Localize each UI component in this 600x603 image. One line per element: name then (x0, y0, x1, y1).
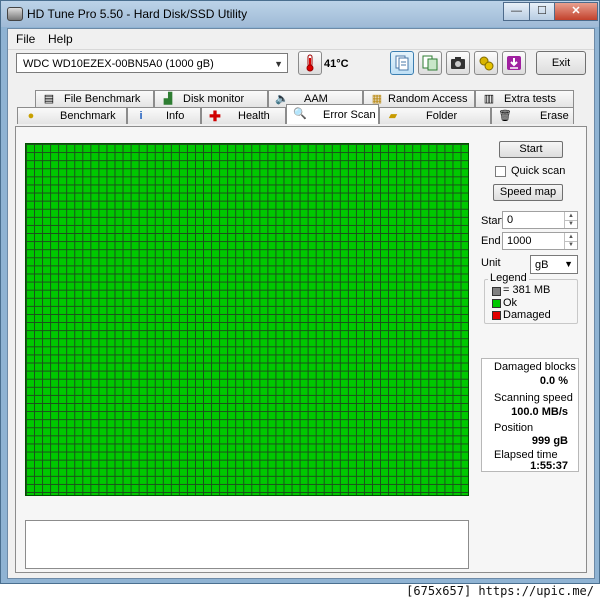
scanning-speed-value: 100.0 MB/s (511, 406, 568, 418)
tab-health[interactable]: ✚ Health (201, 107, 286, 124)
scan-block-map (25, 143, 469, 496)
client-area: File Help WDC WD10EZEX-00BN5A0 (1000 gB)… (7, 28, 595, 579)
tab-benchmark[interactable]: ● Benchmark (17, 107, 127, 124)
end-label: End (481, 235, 501, 247)
error-scan-panel: Start Quick scan Speed map Start 0 ▲ ▼ E… (15, 126, 587, 573)
maximize-button[interactable]: ☐ (529, 2, 555, 21)
scanning-speed-label: Scanning speed (494, 392, 573, 404)
disk-monitor-icon: ▟ (163, 93, 173, 105)
drive-select-value: WDC WD10EZEX-00BN5A0 (1000 gB) (23, 58, 214, 70)
menu-help[interactable]: Help (48, 32, 73, 46)
info-icon: i (139, 110, 143, 122)
tab-file-benchmark[interactable]: ▤ File Benchmark (35, 90, 154, 107)
legend-damaged-swatch (492, 311, 501, 320)
window-title: HD Tune Pro 5.50 - Hard Disk/SSD Utility (27, 7, 248, 21)
legend-damaged-label: Damaged (503, 309, 551, 321)
magnifier-icon: 🔍 (293, 108, 307, 120)
speed-map-button[interactable]: Speed map (493, 184, 563, 201)
temperature-readout: 41°C (324, 58, 349, 70)
tab-disk-monitor[interactable]: ▟ Disk monitor (154, 90, 268, 107)
chevron-down-icon: ▼ (274, 59, 283, 69)
position-value: 999 gB (531, 435, 568, 447)
settings-icon (479, 56, 494, 71)
end-spinbox[interactable]: 1000 ▲ ▼ (502, 232, 578, 250)
camera-icon (451, 57, 465, 69)
quick-scan-checkbox[interactable] (495, 166, 506, 177)
trash-icon: 🗑 (498, 110, 512, 122)
image-host-watermark: [675x657] https://upic.me/ (406, 584, 594, 598)
start-label: Start (481, 215, 505, 227)
extra-tests-icon: ▥ (483, 93, 495, 105)
legend-block-size: = 381 MB (503, 284, 551, 296)
copy-text-button[interactable] (390, 51, 414, 75)
legend-block-swatch (492, 287, 501, 296)
minimize-button[interactable]: — (503, 2, 530, 21)
unit-select[interactable]: gB ▼ (530, 255, 578, 274)
quick-scan-label: Quick scan (511, 165, 566, 177)
unit-value: gB (535, 259, 549, 271)
app-icon (7, 7, 23, 21)
screenshot-button[interactable] (446, 51, 470, 75)
exit-button[interactable]: Exit (536, 51, 586, 75)
position-label: Position (494, 422, 534, 434)
thermometer-icon (306, 54, 314, 72)
copy-screenshot-icon (422, 55, 438, 71)
health-cross-icon: ✚ (209, 108, 221, 124)
start-spinbox[interactable]: 0 ▲ ▼ (502, 211, 578, 229)
close-button[interactable]: ✕ (554, 2, 598, 21)
benchmark-icon: ● (27, 110, 35, 122)
spin-down-icon[interactable]: ▼ (564, 241, 577, 249)
thermometer-button[interactable] (298, 51, 322, 75)
folder-icon: ▰ (388, 110, 398, 122)
tab-folder-usage[interactable]: ▰ Folder Usage (379, 107, 491, 138)
options-button[interactable] (474, 51, 498, 75)
elapsed-time-value: 1:55:37 (530, 460, 568, 472)
start-value: 0 (507, 214, 514, 226)
tab-random-access[interactable]: ▦ Random Access (363, 90, 475, 107)
drive-select[interactable]: WDC WD10EZEX-00BN5A0 (1000 gB) ▼ (16, 53, 288, 73)
title-bar[interactable]: HD Tune Pro 5.50 - Hard Disk/SSD Utility… (1, 1, 599, 27)
scan-stats-box: Damaged blocks 0.0 % Scanning speed 100.… (481, 358, 579, 472)
menu-bar: File Help (8, 29, 594, 48)
scan-log-box (25, 520, 469, 569)
end-value: 1000 (507, 235, 532, 247)
app-window: HD Tune Pro 5.50 - Hard Disk/SSD Utility… (0, 0, 600, 584)
legend-title: Legend (488, 272, 529, 284)
tab-error-scan[interactable]: 🔍 Error Scan (286, 104, 379, 124)
menu-separator (8, 49, 594, 50)
tab-erase[interactable]: 🗑 Erase (491, 107, 574, 124)
legend-ok-swatch (492, 299, 501, 308)
tab-extra-tests[interactable]: ▥ Extra tests (475, 90, 574, 107)
save-icon (507, 56, 521, 70)
unit-label: Unit (481, 257, 501, 269)
damaged-blocks-label: Damaged blocks (494, 361, 576, 373)
tab-info[interactable]: i Info (127, 107, 201, 124)
copy-screenshot-button[interactable] (418, 51, 442, 75)
chevron-down-icon: ▼ (564, 259, 573, 269)
damaged-blocks-value: 0.0 % (539, 375, 568, 387)
copy-text-icon (395, 55, 409, 71)
file-benchmark-icon: ▤ (43, 93, 55, 105)
menu-file[interactable]: File (16, 32, 35, 46)
legend-ok-label: Ok (503, 297, 518, 309)
start-button[interactable]: Start (499, 141, 563, 158)
save-button[interactable] (502, 51, 526, 75)
spin-down-icon[interactable]: ▼ (564, 220, 577, 228)
